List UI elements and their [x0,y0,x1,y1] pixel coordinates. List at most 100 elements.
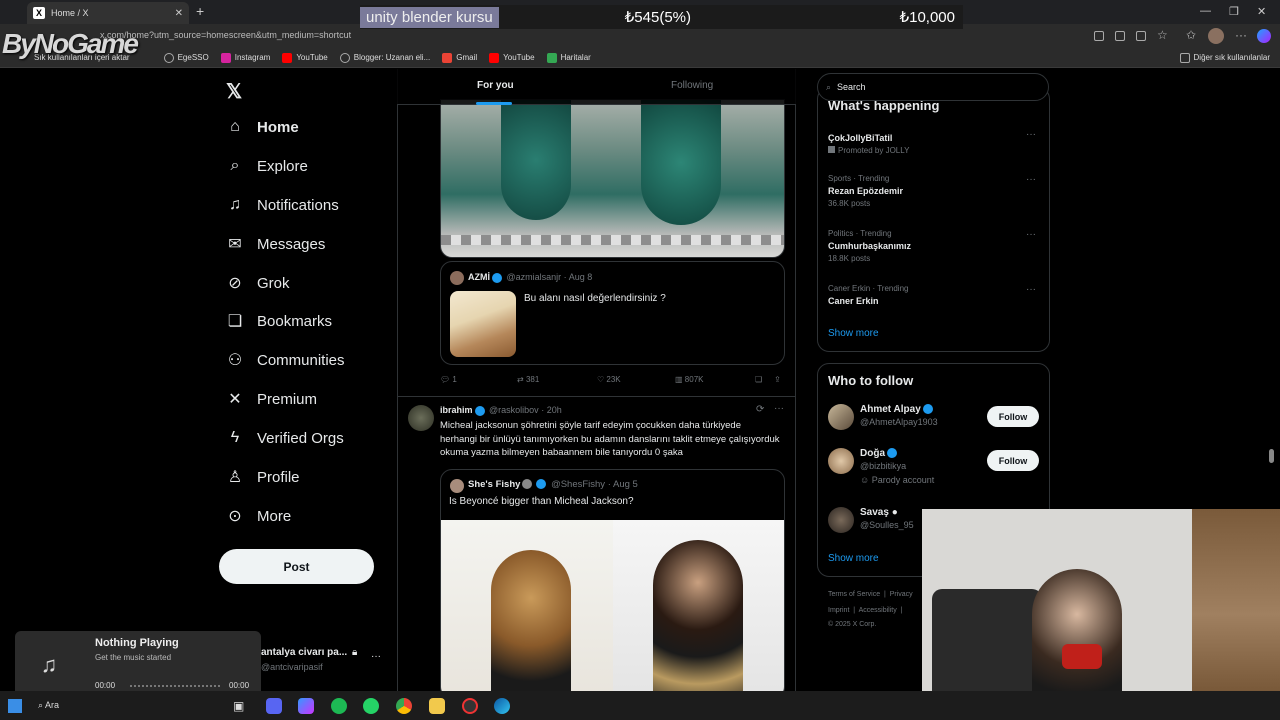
obs-icon[interactable] [462,698,478,714]
separator: · [538,405,547,415]
start-icon[interactable] [8,699,22,713]
bookmark-gmail[interactable]: Gmail [442,52,477,63]
follow-suggestion[interactable]: Doğa @bizbitikya ☺ Parody account [828,448,934,485]
whatsapp-icon[interactable] [363,698,379,714]
quote-text: Is Beyoncé bigger than Micheal Jackson? [449,496,634,507]
read-aloud-icon[interactable] [1115,31,1125,41]
edge-icon[interactable] [494,698,510,714]
tab-home-x[interactable]: X Home / X ✕ [27,2,189,24]
new-tab-icon[interactable]: + [196,3,204,19]
verified-badge-icon [492,272,502,283]
repost-button[interactable]: ⇄ 381 [517,375,597,384]
footer-links[interactable]: Terms of Service | Privacy [828,591,913,598]
nav-premium[interactable]: ✕ Premium [226,390,317,409]
bookmark-youtube[interactable]: YouTube [282,52,328,63]
trend-menu-icon[interactable]: ··· [1026,229,1036,240]
nav-messages[interactable]: ✉ Messages [226,235,325,254]
trend-count: 36.8K posts [828,199,871,208]
grok-action-icon[interactable]: ⟳ [756,404,764,415]
share-icon[interactable]: ⇪ [774,375,781,384]
follow-suggestion[interactable]: Savaş ● @Soulles_95 [828,507,914,533]
goal-progress: ₺545(5%) [624,9,691,26]
chrome-icon[interactable] [396,698,412,714]
post-media-image[interactable] [440,99,785,258]
trend-menu-icon[interactable]: ··· [1026,284,1036,295]
taskbar-search[interactable]: ⌕ Ara [38,700,59,711]
maximize-icon[interactable]: ❐ [1229,5,1239,18]
trend-menu-icon[interactable]: ··· [1026,129,1036,140]
trend-item[interactable]: Sports · Trending Rezan Epözdemir 36.8K … [828,174,903,208]
avatar[interactable] [408,405,434,431]
tab-for-you[interactable]: For you [477,80,514,91]
post-author[interactable]: ibrahim [440,405,473,415]
account-menu-icon[interactable]: ··· [371,651,381,662]
footer-links[interactable]: Imprint | Accessibility | [828,607,902,614]
bookmark-egesso[interactable]: EgeSSO [163,52,209,63]
copilot-icon[interactable] [1257,29,1271,43]
bookmark-label: Haritalar [560,53,591,62]
spotify-icon[interactable] [331,698,347,714]
follow-suggestion[interactable]: Ahmet Alpay @AhmetAlpay1903 [828,404,938,430]
music-progress-bar[interactable] [130,685,220,687]
nav-more[interactable]: ⊙ More [226,507,291,526]
favorite-star-icon[interactable]: ☆ [1157,28,1168,42]
app-available-icon[interactable] [1094,31,1104,41]
nav-home[interactable]: ⌂ Home [226,118,299,136]
bookmark-blogger[interactable]: Blogger: Uzanan eli... [339,52,430,63]
post-menu-icon[interactable]: ··· [774,403,784,414]
translate-icon[interactable] [1136,31,1146,41]
nav-profile[interactable]: ♙ Profile [226,468,300,487]
trend-item[interactable]: ÇokJollyBiTatil Promoted by JOLLY [828,130,909,155]
file-explorer-icon[interactable] [429,698,445,714]
x-logo-icon[interactable]: 𝕏 [226,79,242,104]
nav-notifications[interactable]: ♫ Notifications [226,196,339,214]
x-icon: ✕ [228,391,242,408]
show-more-follow[interactable]: Show more [828,553,879,564]
discord-icon[interactable] [266,698,282,714]
task-view-icon[interactable]: ▣ [233,699,244,713]
maps-icon [546,52,557,63]
post-button[interactable]: Post [219,549,374,584]
quote-handle: @azmialsanjr [506,272,562,282]
trend-item[interactable]: Caner Erkin · Trending Caner Erkin [828,284,908,306]
bookmark-post-icon[interactable]: ❏ [755,375,762,384]
quoted-post[interactable]: She's Fishy @ShesFishy · Aug 5 Is Beyonc… [440,469,785,691]
bookmark-maps[interactable]: Haritalar [546,52,591,63]
follow-button[interactable]: Follow [987,450,1039,471]
bookmark-instagram[interactable]: Instagram [220,52,270,63]
account-name[interactable]: antalya civarı pa... [261,647,347,658]
nav-grok[interactable]: ⊘ Grok [226,274,289,293]
other-bookmarks[interactable]: Diğer sık kullanılanlar [1179,52,1270,63]
nav-bookmarks[interactable]: ❏ Bookmarks [226,312,332,331]
profile-avatar[interactable] [1208,28,1224,44]
reply-button[interactable]: 💬︎ 1 [440,375,517,384]
feed-tabs: For you Following [397,69,796,105]
like-button[interactable]: ♡ 23K [597,375,675,384]
page-scrollbar[interactable] [1269,449,1274,463]
nav-verified-orgs[interactable]: ϟ Verified Orgs [226,429,344,447]
show-more-trends[interactable]: Show more [828,328,879,339]
nav-explore[interactable]: ⌕ Explore [226,157,308,175]
follow-button[interactable]: Follow [987,406,1039,427]
views-button[interactable]: ▥ 807K [675,375,755,384]
minimize-icon[interactable]: — [1200,5,1211,17]
quoted-post[interactable]: AZMİ @azmialsanjr · Aug 8 Bu alanı nasıl… [440,261,785,365]
search-input[interactable]: ⌕ Search [817,73,1049,101]
menu-dots-icon[interactable]: ··· [1235,28,1247,42]
whats-happening-panel [817,87,1050,352]
trend-count: Promoted by JOLLY [838,146,910,155]
gmail-icon [442,52,453,63]
trend-item[interactable]: Politics · Trending Cumhurbaşkanımız 18.… [828,229,911,263]
quote-text: Bu alanı nasıl değerlendirsiniz ? [524,293,666,304]
favorites-icon[interactable]: ✩ [1186,28,1196,42]
trend-menu-icon[interactable]: ··· [1026,174,1036,185]
copilot-taskbar-icon[interactable] [298,698,314,714]
close-tab-icon[interactable]: ✕ [175,8,183,19]
close-window-icon[interactable]: ✕ [1257,5,1266,18]
tab-following[interactable]: Following [671,80,713,91]
quote-author: She's Fishy [468,479,521,490]
url-input[interactable]: x.com/home?utm_source=homescreen&utm_med… [100,30,351,40]
suggestion-name: Savaş [860,507,889,518]
nav-communities[interactable]: ⚇ Communities [226,351,345,370]
bookmark-youtube-2[interactable]: YouTube [489,52,535,63]
